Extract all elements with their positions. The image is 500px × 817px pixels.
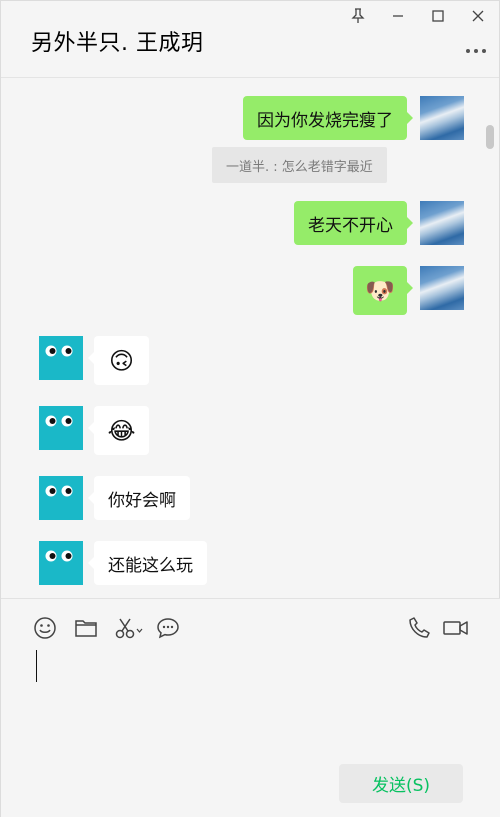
more-options-icon[interactable] — [465, 39, 487, 53]
text-cursor — [36, 650, 37, 682]
message-bubble[interactable]: 因为你发烧完瘦了 — [243, 96, 413, 140]
folder-icon[interactable] — [74, 616, 98, 640]
message-text: 还能这么玩 — [108, 555, 193, 576]
window-controls — [349, 7, 487, 25]
contact-avatar[interactable] — [39, 476, 83, 520]
phone-icon[interactable] — [408, 616, 432, 640]
scissors-icon[interactable] — [114, 616, 144, 640]
maximize-icon[interactable] — [429, 7, 447, 25]
composer-area: 发送(S) — [1, 598, 500, 817]
message-text: 老天不开心 — [308, 215, 393, 236]
quoted-message[interactable]: 一道半. : 怎么老错字最近 — [212, 147, 387, 183]
contact-avatar[interactable] — [39, 406, 83, 450]
message-bubble[interactable]: 老天不开心 — [294, 201, 413, 245]
minimize-icon[interactable] — [389, 7, 407, 25]
emoji-upside-down-icon: 🙃 — [108, 346, 135, 375]
message-input[interactable] — [21, 643, 481, 743]
emoji-icon[interactable] — [33, 616, 57, 640]
emoji-dog-icon: 🐶 — [365, 276, 395, 305]
message-bubble[interactable]: 还能这么玩 — [88, 541, 207, 585]
send-button[interactable]: 发送(S) — [339, 764, 463, 803]
message-list[interactable]: 因为你发烧完瘦了 一道半. : 怎么老错字最近 老天不开心 🐶 🙃 😂 你好会啊… — [1, 79, 500, 598]
message-bubble[interactable]: 🙃 — [88, 336, 149, 385]
chat-title: 另外半只. 王成玥 — [31, 31, 204, 56]
message-bubble[interactable]: 😂 — [88, 406, 149, 455]
close-icon[interactable] — [469, 7, 487, 25]
contact-avatar[interactable] — [39, 541, 83, 585]
pin-icon[interactable] — [349, 7, 367, 25]
emoji-tears-of-joy-icon: 😂 — [107, 416, 136, 445]
message-text: 你好会啊 — [108, 490, 176, 511]
chat-bubble-icon[interactable] — [156, 616, 180, 640]
video-icon[interactable] — [443, 616, 469, 640]
my-avatar[interactable] — [420, 201, 464, 245]
chat-window: 另外半只. 王成玥 因为你发烧完瘦了 一道半. : 怎么老错字最近 老天不开心 … — [0, 0, 500, 817]
my-avatar[interactable] — [420, 266, 464, 310]
message-scrollbar[interactable] — [486, 125, 494, 149]
message-text: 因为你发烧完瘦了 — [257, 110, 393, 131]
title-bar: 另外半只. 王成玥 — [1, 1, 499, 78]
message-bubble[interactable]: 🐶 — [353, 266, 413, 315]
contact-avatar[interactable] — [39, 336, 83, 380]
message-bubble[interactable]: 你好会啊 — [88, 476, 190, 520]
quote-text: 一道半. : 怎么老错字最近 — [226, 159, 373, 175]
my-avatar[interactable] — [420, 96, 464, 140]
